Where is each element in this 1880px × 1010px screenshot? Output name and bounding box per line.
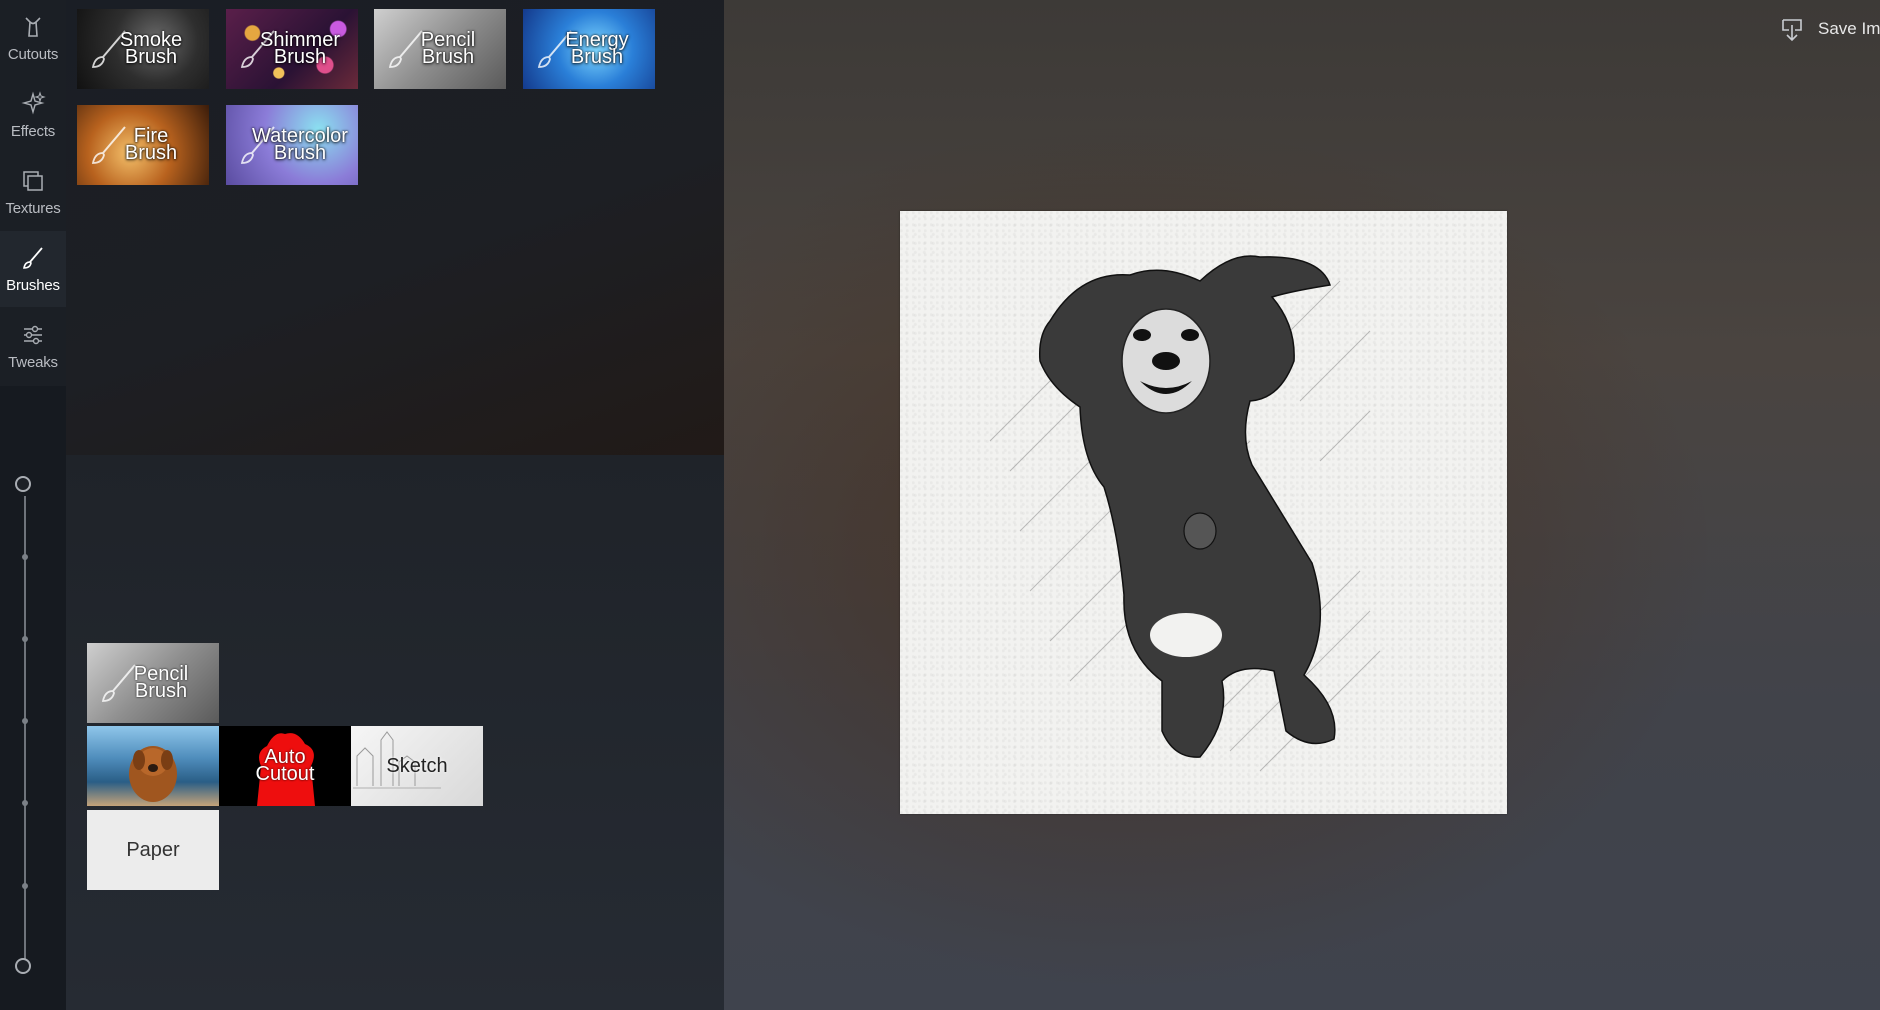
brushes-panel: Smoke Brush Shimmer Brush Pencil Brush E… bbox=[66, 0, 724, 455]
layer-sketch-label: Sketch bbox=[386, 754, 448, 777]
nav-effects-label: Effects bbox=[10, 122, 56, 140]
timeline-bottom-node[interactable] bbox=[15, 958, 31, 974]
timeline-dot bbox=[22, 636, 28, 642]
timeline-dot bbox=[22, 883, 28, 889]
nav-tweaks-label: Tweaks bbox=[8, 353, 58, 371]
layer-auto-cutout-label: Auto Cutout bbox=[255, 746, 315, 785]
layer-sketch[interactable]: Sketch bbox=[351, 726, 483, 806]
sliders-icon bbox=[24, 325, 42, 344]
fire-brush-tile[interactable]: Fire Brush bbox=[77, 105, 209, 185]
smoke-brush-label: Smoke Brush bbox=[119, 29, 183, 68]
sparkle-icon bbox=[21, 90, 46, 115]
nav-tweaks[interactable]: Tweaks bbox=[0, 308, 66, 384]
layer-paper-label: Paper bbox=[126, 838, 180, 861]
shimmer-brush-label: Shimmer Brush bbox=[259, 29, 340, 68]
layers-icon bbox=[23, 170, 43, 191]
save-image-button[interactable]: Save Image bbox=[1774, 14, 1880, 44]
nav-textures[interactable]: Textures bbox=[0, 154, 66, 230]
nav-cutouts[interactable]: Cutouts bbox=[0, 0, 66, 76]
pencil-sketch-dog bbox=[989, 255, 1381, 772]
layer-paper[interactable]: Paper bbox=[87, 810, 219, 890]
nav-cutouts-label: Cutouts bbox=[7, 45, 59, 63]
nav-effects[interactable]: Effects bbox=[0, 77, 66, 153]
artwork-canvas[interactable] bbox=[900, 211, 1507, 814]
smoke-brush-tile[interactable]: Smoke Brush bbox=[77, 9, 209, 89]
nav-textures-label: Textures bbox=[5, 199, 61, 217]
shimmer-brush-tile[interactable]: Shimmer Brush bbox=[226, 9, 358, 89]
layer-pencil-label: Pencil Brush bbox=[133, 663, 189, 702]
tool-nav: Cutouts Effects Textures Brushes Tweaks bbox=[0, 0, 66, 386]
timeline-top-node[interactable] bbox=[15, 476, 31, 492]
timeline-dot bbox=[22, 718, 28, 724]
dog-photo-thumbnail bbox=[129, 746, 177, 802]
nav-brushes[interactable]: Brushes bbox=[0, 231, 66, 307]
timeline-dot bbox=[22, 554, 28, 560]
energy-brush-label: Energy Brush bbox=[565, 29, 629, 68]
timeline-dot bbox=[22, 800, 28, 806]
pencil-brush-label: Pencil Brush bbox=[420, 29, 476, 68]
layer-original-photo[interactable] bbox=[87, 726, 219, 806]
save-image-label: Save Image bbox=[1818, 19, 1880, 38]
download-icon bbox=[1782, 19, 1802, 42]
energy-brush-tile[interactable]: Energy Brush bbox=[523, 9, 655, 89]
cutout-icon bbox=[25, 16, 41, 37]
layer-auto-cutout[interactable]: Auto Cutout bbox=[219, 726, 351, 806]
layer-pencil-brush[interactable]: Pencil Brush bbox=[87, 643, 219, 723]
pencil-brush-tile[interactable]: Pencil Brush bbox=[374, 9, 506, 89]
brush-icon bbox=[23, 246, 43, 269]
nav-brushes-label: Brushes bbox=[6, 276, 60, 294]
fire-brush-label: Fire Brush bbox=[124, 125, 178, 164]
layer-timeline bbox=[24, 496, 26, 966]
watercolor-brush-label: Watercolor Brush bbox=[252, 125, 348, 164]
watercolor-brush-tile[interactable]: Watercolor Brush bbox=[226, 105, 358, 185]
